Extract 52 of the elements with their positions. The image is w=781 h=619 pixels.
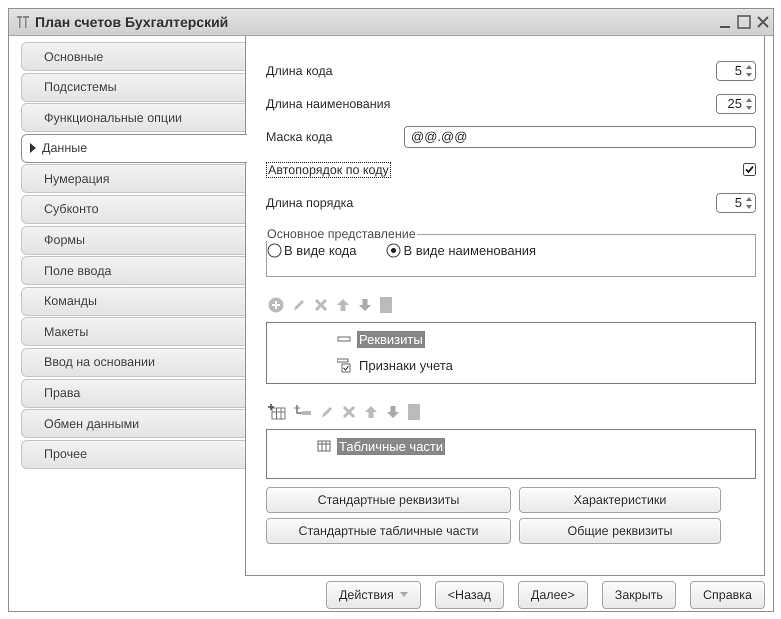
spin-field[interactable]: 5 xyxy=(716,60,756,80)
close-icon[interactable] xyxy=(757,15,769,29)
spin-field[interactable]: 25 xyxy=(716,94,756,114)
checkbox-label: Автопорядок по коду xyxy=(266,162,391,178)
flag-attribute-icon xyxy=(337,358,351,372)
field-label: Длина наименования xyxy=(266,96,392,110)
spin-field[interactable]: 5 xyxy=(716,192,756,212)
tab[interactable]: Права xyxy=(21,378,245,408)
field-label: Маска кода xyxy=(266,130,332,144)
maximize-icon[interactable] xyxy=(737,15,751,29)
dialog-button[interactable]: Справка xyxy=(690,581,765,609)
radio-button[interactable] xyxy=(267,243,282,258)
tab[interactable]: Формы xyxy=(21,226,245,255)
dialog-button[interactable]: <Назад xyxy=(434,581,504,609)
tab[interactable]: Основные xyxy=(21,42,245,71)
add-table-icon[interactable] xyxy=(268,404,286,420)
checkbox[interactable] xyxy=(743,163,756,176)
tab[interactable]: Макеты xyxy=(21,317,245,346)
table-icon xyxy=(317,438,331,454)
input-field[interactable]: @@.@@ xyxy=(404,126,756,148)
tab[interactable]: Данные xyxy=(21,134,247,163)
triangle-icon xyxy=(30,143,36,154)
tab[interactable]: Команды xyxy=(21,286,245,316)
down-arrow-icon[interactable] xyxy=(386,405,400,419)
tab[interactable]: Прочее xyxy=(21,440,245,469)
group-title: Основное представление xyxy=(266,227,417,241)
action-button[interactable]: Общие реквизиты xyxy=(519,518,721,544)
radio-option[interactable]: В виде кода xyxy=(267,243,356,258)
window-title: План счетов Бухгалтерский xyxy=(35,14,230,30)
tab[interactable]: Подсистемы xyxy=(21,72,245,102)
field-label: Длина кода xyxy=(266,64,334,78)
down-arrow-icon[interactable] xyxy=(358,298,372,312)
tab[interactable]: Ввод на основании xyxy=(21,348,245,377)
tab[interactable]: Субконто xyxy=(21,194,245,224)
list-item[interactable]: Реквизиты xyxy=(357,330,425,348)
tab[interactable]: Нумерация xyxy=(21,164,245,194)
field-label: Длина порядка xyxy=(266,196,354,210)
list-item[interactable]: Табличные части xyxy=(337,438,446,454)
dialog-button[interactable]: Далее> xyxy=(518,581,588,609)
dialog-button[interactable]: Закрыть xyxy=(602,581,676,609)
radio-option[interactable]: В виде наименования xyxy=(386,243,536,258)
list-item[interactable]: Признаки учета xyxy=(357,356,455,374)
action-button[interactable]: Стандартные табличные части xyxy=(266,518,511,544)
radio-button[interactable] xyxy=(386,243,402,258)
app-icon xyxy=(17,15,29,29)
tab[interactable]: Функциональные опции xyxy=(21,103,245,132)
action-button[interactable]: Стандартные реквизиты xyxy=(266,487,511,513)
action-button[interactable]: Характеристики xyxy=(519,487,721,513)
tab[interactable]: Поле ввода xyxy=(21,256,245,286)
dropdown-caret-icon xyxy=(400,592,408,598)
dialog-button[interactable]: Действия xyxy=(326,581,421,609)
tab[interactable]: Обмен данными xyxy=(21,409,245,438)
